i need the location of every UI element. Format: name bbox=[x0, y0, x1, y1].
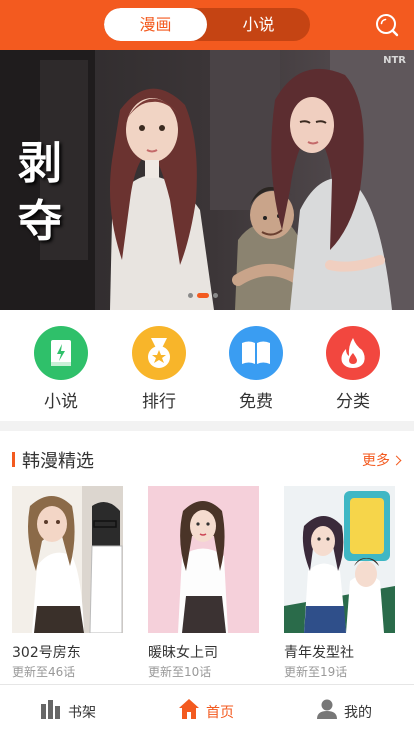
section-divider bbox=[0, 421, 414, 431]
book-cover bbox=[12, 486, 123, 633]
category-label: 分类 bbox=[336, 392, 370, 412]
content-type-switch: 漫画 小说 bbox=[104, 8, 310, 41]
category-free[interactable]: 免费 bbox=[221, 326, 291, 416]
book-title: 青年发型社 bbox=[284, 645, 354, 661]
book-card[interactable]: 302号房东 更新至46话 bbox=[12, 486, 124, 680]
nav-bookshelf[interactable]: 书架 bbox=[0, 685, 138, 736]
category-label: 排行 bbox=[142, 392, 176, 412]
book-progress: 更新至10话 bbox=[148, 665, 212, 679]
category-label: 免费 bbox=[239, 392, 273, 412]
section-title: 韩漫精选 bbox=[22, 451, 94, 472]
category-novel[interactable]: 小说 bbox=[26, 326, 96, 416]
book-cover bbox=[284, 486, 395, 633]
open-book-icon bbox=[229, 326, 283, 380]
nav-label: 书架 bbox=[68, 705, 96, 721]
nav-label: 我的 bbox=[344, 705, 372, 721]
chevron-right-icon bbox=[391, 455, 402, 466]
category-label: 小说 bbox=[44, 392, 78, 412]
book-card[interactable]: 青年发型社 更新至19话 bbox=[284, 486, 396, 680]
tab-comics[interactable]: 漫画 bbox=[104, 8, 207, 41]
more-label: 更多 bbox=[362, 453, 390, 469]
bottom-nav: 书架 首页 我的 bbox=[0, 684, 414, 736]
carousel-dot-active[interactable] bbox=[197, 293, 209, 298]
book-card[interactable]: 暖昧女上司 更新至10话 bbox=[148, 486, 260, 680]
banner-carousel[interactable]: 剥夺 NTR bbox=[0, 50, 414, 310]
carousel-dot[interactable] bbox=[188, 293, 193, 298]
book-progress: 更新至19话 bbox=[284, 665, 348, 679]
book-title: 暖昧女上司 bbox=[148, 645, 218, 661]
bookshelf-icon bbox=[40, 698, 62, 720]
nav-profile[interactable]: 我的 bbox=[276, 685, 414, 736]
nav-home[interactable]: 首页 bbox=[138, 685, 276, 736]
banner-tag: NTR bbox=[383, 55, 406, 66]
top-header: 漫画 小说 bbox=[0, 0, 414, 50]
app-root: 漫画 小说 剥夺 NTR 小说 排行 免费 分类 韩漫精选 更多 302号房东 … bbox=[0, 0, 414, 736]
category-classify[interactable]: 分类 bbox=[318, 326, 388, 416]
nav-label: 首页 bbox=[206, 705, 234, 721]
book-title: 302号房东 bbox=[12, 645, 81, 661]
search-icon[interactable] bbox=[374, 12, 400, 38]
section-accent-bar bbox=[12, 452, 15, 467]
book-cover bbox=[148, 486, 259, 633]
flame-icon bbox=[326, 326, 380, 380]
category-row: 小说 排行 免费 分类 bbox=[0, 310, 414, 420]
home-icon bbox=[178, 698, 200, 720]
carousel-dot[interactable] bbox=[213, 293, 218, 298]
more-link[interactable]: 更多 bbox=[362, 450, 402, 470]
tab-novels[interactable]: 小说 bbox=[207, 8, 310, 41]
user-icon bbox=[316, 698, 338, 720]
book-icon bbox=[34, 326, 88, 380]
category-ranking[interactable]: 排行 bbox=[124, 326, 194, 416]
book-list: 302号房东 更新至46话 暖昧女上司 更新至10话 青年发型社 更新至19话 bbox=[0, 486, 414, 681]
book-progress: 更新至46话 bbox=[12, 665, 76, 679]
medal-icon bbox=[132, 326, 186, 380]
banner-title: 剥夺 bbox=[18, 138, 62, 247]
section-header: 韩漫精选 更多 bbox=[0, 441, 414, 475]
